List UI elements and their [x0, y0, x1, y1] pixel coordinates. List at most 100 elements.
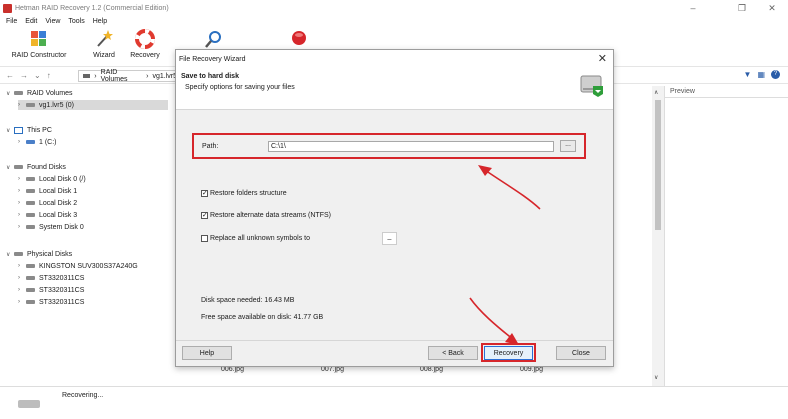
minimize-button[interactable]: – — [678, 0, 708, 16]
menu-help[interactable]: Help — [93, 18, 107, 25]
maximize-button[interactable]: ❐ — [727, 0, 757, 16]
disk-icon — [26, 225, 35, 229]
restore-streams-label: Restore alternate data streams (NTFS) — [210, 212, 331, 219]
dialog-heading: Save to hard disk — [181, 73, 239, 80]
tree-found-disks[interactable]: ∨ Found Disks — [6, 162, 66, 172]
help-button[interactable]: Help — [182, 346, 232, 360]
expand-chevron-icon[interactable]: ∨ — [6, 251, 14, 258]
tree-label: Local Disk 2 — [39, 199, 78, 207]
collapse-chevron-icon[interactable]: › — [18, 299, 26, 305]
breadcrumb-separator: › — [146, 72, 149, 80]
tree-local-disk-2[interactable]: › Local Disk 2 — [18, 198, 77, 208]
tree-label: Local Disk 3 — [39, 211, 78, 219]
tree-this-pc[interactable]: ∨ This PC — [6, 125, 52, 135]
breadcrumb-raid-volumes[interactable]: RAID Volumes — [101, 69, 143, 83]
menu-edit[interactable]: Edit — [25, 18, 37, 25]
tree-system-disk-0[interactable]: › System Disk 0 — [18, 222, 84, 232]
restore-folders-label: Restore folders structure — [210, 190, 287, 197]
breadcrumb-separator: › — [94, 72, 97, 80]
tree-physical-disks[interactable]: ∨ Physical Disks — [6, 249, 72, 259]
title-bar: Hetman RAID Recovery 1.2 (Commercial Edi… — [0, 0, 788, 16]
file-label[interactable]: 007.jpg — [321, 366, 344, 373]
drive-icon — [83, 74, 91, 78]
tree-label: Physical Disks — [27, 250, 73, 258]
disk-icon — [26, 201, 35, 205]
filter-icon[interactable]: ▼ — [744, 70, 752, 79]
disk-icon — [26, 264, 35, 268]
tree-raid-vol1[interactable]: › vg1.lvr5 (0) — [18, 100, 168, 110]
expand-chevron-icon[interactable]: ∨ — [6, 164, 14, 171]
back-button[interactable]: < Back — [428, 346, 478, 360]
back-arrow-icon[interactable]: ← — [6, 71, 14, 80]
scroll-down-icon[interactable]: ∨ — [654, 374, 658, 381]
tree-st-3[interactable]: › ST3320311CS — [18, 297, 84, 307]
tree-st-2[interactable]: › ST3320311CS — [18, 285, 84, 295]
close-window-button[interactable]: ✕ — [757, 0, 787, 16]
collapse-chevron-icon[interactable]: › — [18, 275, 26, 281]
wizard-button[interactable]: Wizard — [90, 29, 118, 59]
disk-icon — [26, 103, 35, 107]
breadcrumb-vg1[interactable]: vg1.lvr5 — [152, 73, 177, 80]
collapse-chevron-icon[interactable]: › — [18, 263, 26, 269]
breadcrumb[interactable]: › RAID Volumes › vg1.lvr5 — [78, 69, 178, 83]
collapse-chevron-icon[interactable]: › — [18, 287, 26, 293]
replace-symbol-field[interactable]: _ — [382, 232, 397, 245]
raid-constructor-button[interactable]: RAID Constructor — [8, 29, 70, 59]
forward-arrow-icon[interactable]: → — [20, 71, 28, 80]
disk-icon — [14, 91, 23, 95]
menu-file[interactable]: File — [6, 18, 17, 25]
recovery-button[interactable]: Recovery — [484, 346, 533, 360]
close-button[interactable]: Close — [556, 346, 606, 360]
help-icon[interactable]: ? — [771, 70, 780, 79]
view-tools: ▼ ▦ ? — [744, 70, 780, 79]
collapse-chevron-icon[interactable]: › — [18, 200, 26, 206]
path-input[interactable]: C:\1\ — [268, 141, 554, 152]
disk-icon — [26, 189, 35, 193]
scroll-thumb[interactable] — [655, 100, 661, 230]
up-arrow-icon[interactable]: ↑ — [47, 71, 51, 80]
file-label[interactable]: 006.jpg — [221, 366, 244, 373]
window-title: Hetman RAID Recovery 1.2 (Commercial Edi… — [15, 4, 169, 12]
collapse-chevron-icon[interactable]: › — [18, 224, 26, 230]
tree-st-1[interactable]: › ST3320311CS — [18, 273, 84, 283]
collapse-chevron-icon[interactable]: › — [18, 176, 26, 182]
expand-chevron-icon[interactable]: ∨ — [6, 127, 14, 134]
menu-tools[interactable]: Tools — [68, 18, 84, 25]
dialog-footer-divider — [176, 340, 613, 341]
restore-folders-option[interactable]: ✓ Restore folders structure — [201, 190, 287, 197]
path-label: Path: — [202, 143, 219, 150]
tree-raid-volumes[interactable]: ∨ RAID Volumes — [6, 88, 73, 98]
replace-symbols-checkbox[interactable] — [201, 235, 208, 242]
file-label[interactable]: 008.jpg — [420, 366, 443, 373]
tree-label: RAID Volumes — [27, 89, 73, 97]
restore-streams-option[interactable]: ✓ Restore alternate data streams (NTFS) — [201, 212, 331, 219]
tree-local-disk-1[interactable]: › Local Disk 1 — [18, 186, 77, 196]
expand-chevron-icon[interactable]: ∨ — [6, 90, 14, 97]
history-chevron-icon[interactable]: ⌄ — [34, 71, 41, 80]
restore-folders-checkbox[interactable]: ✓ — [201, 190, 208, 197]
collapse-chevron-icon[interactable]: › — [18, 102, 26, 108]
tree-kingston[interactable]: › KINGSTON SUV300S37A240G — [18, 261, 138, 271]
tree-local-disk-0[interactable]: › Local Disk 0 (/) — [18, 174, 86, 184]
file-label[interactable]: 009.jpg — [520, 366, 543, 373]
menu-view[interactable]: View — [45, 18, 60, 25]
tree-label: Found Disks — [27, 163, 66, 171]
dialog-close-icon[interactable]: ✕ — [598, 52, 607, 65]
wand-icon — [94, 29, 114, 49]
view-mode-icon[interactable]: ▦ — [757, 70, 765, 79]
scroll-up-icon[interactable]: ∧ — [654, 89, 658, 96]
stop-icon — [289, 29, 309, 49]
tree-local-disk-3[interactable]: › Local Disk 3 — [18, 210, 77, 220]
tree-label: KINGSTON SUV300S37A240G — [39, 262, 138, 270]
collapse-chevron-icon[interactable]: › — [18, 212, 26, 218]
disk-icon — [26, 288, 35, 292]
browse-button[interactable]: ... — [560, 140, 576, 152]
status-bar: Recovering... — [0, 386, 788, 419]
restore-streams-checkbox[interactable]: ✓ — [201, 212, 208, 219]
recovery-toolbar-button[interactable]: Recovery — [128, 29, 162, 59]
tree-c-drive[interactable]: › 1 (C:) — [18, 137, 57, 147]
collapse-chevron-icon[interactable]: › — [18, 139, 26, 145]
collapse-chevron-icon[interactable]: › — [18, 188, 26, 194]
file-list-scrollbar[interactable]: ∧ ∨ — [652, 86, 664, 386]
replace-symbols-option[interactable]: Replace all unknown symbols to — [201, 235, 310, 242]
